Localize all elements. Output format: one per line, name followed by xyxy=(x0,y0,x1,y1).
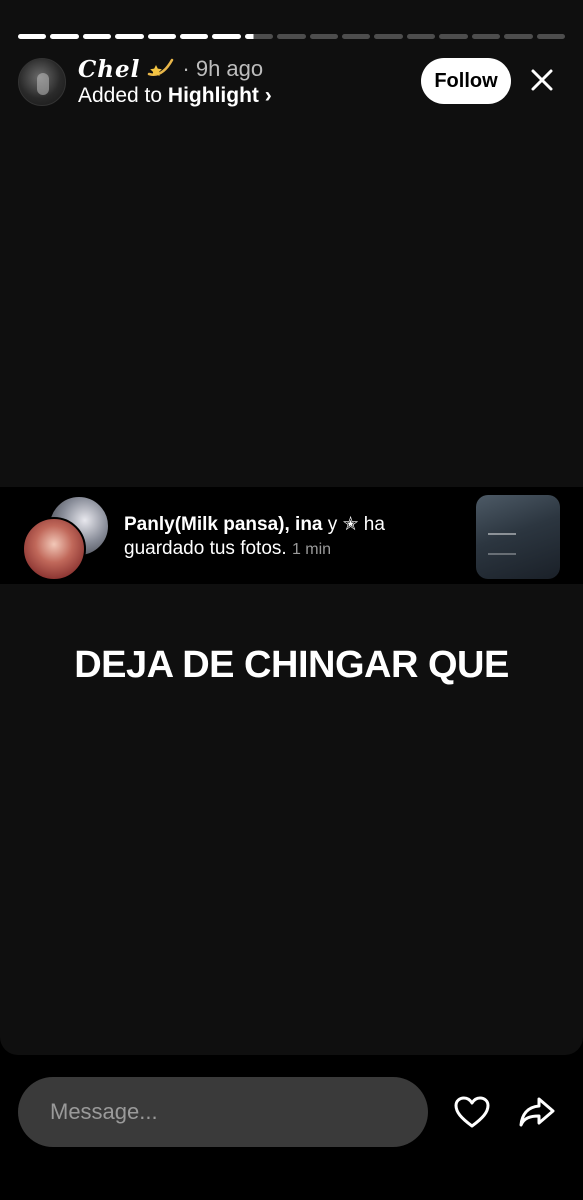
progress-segment xyxy=(342,34,371,39)
photo-thumbnail[interactable] xyxy=(476,495,560,579)
shooting-star-icon xyxy=(146,54,176,85)
user-line: Chel · 9h ago xyxy=(78,54,264,85)
message-input[interactable] xyxy=(18,1077,428,1147)
saved-photos-notification[interactable]: Panly(Milk pansa), ina y ✭ ha guardado t… xyxy=(0,487,583,584)
progress-segment xyxy=(244,34,274,39)
notification-time: 1 min xyxy=(291,541,332,558)
story-progress-bar xyxy=(18,34,565,39)
chevron-right-icon: › xyxy=(264,84,272,107)
progress-segment xyxy=(180,34,209,39)
story-text: DEJA DE CHINGAR QUE xyxy=(74,644,509,686)
story-header: Chel · 9h ago Added to Highlight › Follo… xyxy=(18,56,565,110)
progress-segment xyxy=(277,34,306,39)
avatar xyxy=(22,517,86,581)
progress-segment xyxy=(374,34,403,39)
notification-text: Panly(Milk pansa), ina y ✭ ha guardado t… xyxy=(124,513,444,562)
star-icon: ✭ xyxy=(342,514,359,535)
progress-segment xyxy=(406,34,436,39)
share-icon[interactable] xyxy=(514,1090,560,1134)
heart-icon[interactable] xyxy=(450,1090,494,1134)
progress-segment xyxy=(115,34,144,39)
progress-segment xyxy=(536,34,565,39)
progress-segment xyxy=(309,34,339,39)
notification-names: Panly(Milk pansa), ina xyxy=(124,514,323,535)
username[interactable]: Chel xyxy=(78,56,140,83)
progress-segment xyxy=(50,34,79,39)
highlight-link[interactable]: Added to Highlight › xyxy=(78,84,272,108)
notification-action: guardado tus fotos. xyxy=(124,538,287,559)
close-icon[interactable] xyxy=(524,62,560,98)
post-time: · 9h ago xyxy=(182,56,264,81)
progress-segment xyxy=(147,34,177,39)
follow-button[interactable]: Follow xyxy=(421,58,511,104)
progress-segment xyxy=(82,34,112,39)
story-viewer[interactable]: Chel · 9h ago Added to Highlight › Follo… xyxy=(0,0,583,1055)
notification-conjunction: y xyxy=(327,514,338,535)
added-to-label: Added to xyxy=(78,84,163,107)
progress-segment xyxy=(504,34,533,39)
progress-segment xyxy=(471,34,501,39)
progress-segment xyxy=(18,34,47,39)
notification-verb: ha xyxy=(363,514,385,535)
progress-segment xyxy=(439,34,468,39)
highlight-name: Highlight xyxy=(167,84,259,107)
progress-segment xyxy=(212,34,241,39)
avatar[interactable] xyxy=(18,58,66,106)
